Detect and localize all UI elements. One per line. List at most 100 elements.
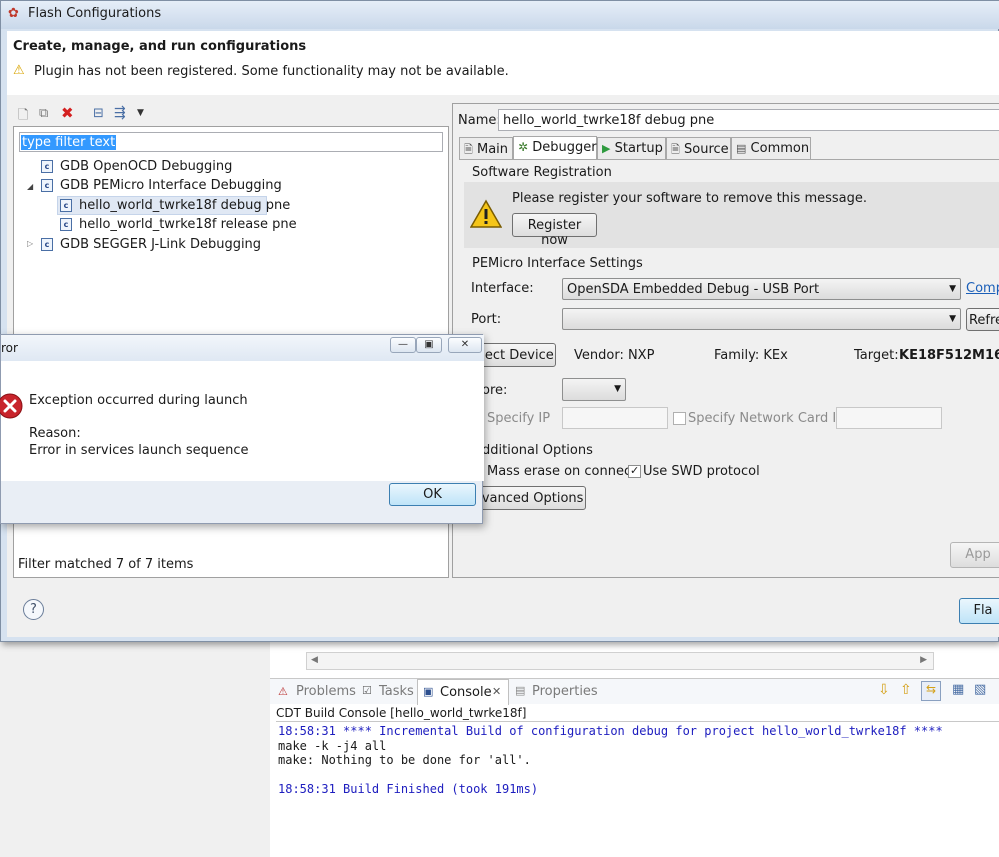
tree-item-release-pne[interactable]: hello_world_twrke18f release pne [79, 217, 297, 232]
core-label: ore: [482, 383, 508, 398]
network-card-ip-input[interactable] [836, 407, 942, 429]
use-swd-checkbox[interactable]: ✓ [628, 464, 641, 478]
previous-annotation-icon[interactable]: ⇧ [900, 682, 912, 698]
compare-link[interactable]: Comp [966, 281, 999, 296]
refresh-button[interactable]: Refre [966, 308, 999, 331]
error-body: Exception occurred during launch Reason:… [0, 361, 484, 481]
minimize-icon[interactable]: — [390, 337, 416, 353]
delete-icon[interactable]: ✖ [61, 104, 74, 122]
software-registration-title: Software Registration [472, 165, 612, 180]
tab-console-label: Console [440, 685, 492, 700]
specify-network-card-label: Specify Network Card IP [688, 411, 845, 426]
registration-message: Please register your software to remove … [512, 191, 867, 206]
specify-ip-label: Specify IP [487, 411, 551, 426]
window-title: Flash Configurations [28, 6, 162, 21]
error-title: ror [1, 341, 18, 355]
maximize-icon[interactable]: ▣ [416, 337, 442, 353]
tab-source-label: Source [684, 142, 729, 157]
launch-group-icon: c [41, 179, 53, 192]
filter-icon[interactable]: ⇶ [114, 105, 126, 121]
collapse-chevron-icon[interactable]: ▷ [27, 239, 33, 248]
tree-item-segger[interactable]: GDB SEGGER J-Link Debugging [60, 237, 261, 252]
tab-common[interactable]: ▤ Common [731, 137, 811, 159]
core-select[interactable]: ▼ [562, 378, 626, 401]
tab-startup[interactable]: ▶ Startup [597, 137, 666, 159]
properties-icon: ▤ [515, 684, 526, 697]
ok-button[interactable]: OK [389, 483, 476, 506]
chevron-down-icon: ▼ [614, 384, 621, 394]
vendor-text: Vendor: NXP [574, 348, 655, 363]
warning-text: Plugin has not been registered. Some fun… [34, 64, 509, 79]
next-annotation-icon[interactable]: ⇩ [878, 682, 890, 698]
display-console-icon[interactable]: ▧ [974, 682, 986, 697]
header-title: Create, manage, and run configurations [13, 39, 307, 54]
console-tabbar: ⚠ Problems ☑ Tasks ▣ Console ✕ ▤ Propert… [270, 678, 999, 705]
port-select[interactable]: ▼ [562, 308, 961, 330]
console-line: 18:58:31 Build Finished (took 191ms) [278, 782, 539, 796]
apply-button[interactable]: App [950, 542, 999, 568]
family-text: Family: KEx [714, 348, 788, 363]
expand-chevron-icon[interactable]: ◢ [27, 182, 33, 191]
tab-source[interactable]: 🗎 Source [666, 137, 731, 159]
collapse-all-icon[interactable]: ⊟ [93, 106, 104, 121]
error-title-bar[interactable]: ror — ▣ ✕ [1, 335, 484, 361]
additional-options-title: dditional Options [482, 443, 593, 458]
console-divider [276, 721, 999, 722]
editor-horizontal-scrollbar[interactable]: ◀ ▶ [306, 652, 934, 670]
tab-problems[interactable]: Problems [296, 684, 356, 699]
launch-group-icon: c [41, 160, 53, 173]
tab-debugger-label: Debugger [532, 140, 597, 155]
warning-icon [470, 199, 502, 228]
common-tab-icon: ▤ [736, 142, 747, 155]
tree-item-openocd[interactable]: GDB OpenOCD Debugging [60, 159, 232, 174]
error-dialog: ror — ▣ ✕ Exception occurred during laun… [0, 334, 484, 524]
name-label: Name: [458, 113, 501, 128]
problems-icon: ⚠ [278, 685, 288, 698]
flash-configurations-dialog: ✿ Flash Configurations Create, manage, a… [0, 0, 999, 642]
specify-network-card-checkbox[interactable] [673, 412, 686, 425]
name-input-value: hello_world_twrke18f debug pne [503, 113, 715, 128]
tab-tasks[interactable]: Tasks [379, 684, 414, 699]
advanced-options-button[interactable]: dvanced Options [471, 486, 586, 510]
error-icon [0, 393, 23, 419]
tab-debugger[interactable]: ✲ Debugger [513, 136, 597, 160]
launch-group-icon: c [41, 238, 53, 251]
tab-main-label: Main [477, 142, 509, 157]
flash-button[interactable]: Fla [959, 598, 999, 624]
duplicate-icon[interactable]: ⧉ [39, 106, 48, 121]
launch-config-icon: c [60, 199, 72, 212]
interface-select-value: OpenSDA Embedded Debug - USB Port [567, 282, 820, 297]
tab-properties[interactable]: Properties [532, 684, 598, 699]
chevron-down-icon[interactable]: ▼ [137, 108, 144, 118]
scroll-right-icon[interactable]: ▶ [920, 655, 927, 665]
chevron-down-icon: ▼ [949, 314, 956, 324]
close-icon[interactable]: ✕ [492, 685, 501, 698]
tree-item-pemicro[interactable]: GDB PEMicro Interface Debugging [60, 178, 282, 193]
close-icon[interactable]: ✕ [448, 337, 482, 353]
interface-select[interactable]: OpenSDA Embedded Debug - USB Port ▼ [562, 278, 961, 300]
ip-input[interactable] [562, 407, 668, 429]
console-line: 18:58:31 **** Incremental Build of confi… [278, 724, 943, 738]
help-icon[interactable]: ? [23, 599, 44, 620]
name-input[interactable]: hello_world_twrke18f debug pne [498, 109, 999, 131]
scroll-left-icon[interactable]: ◀ [311, 655, 318, 665]
reason-label: Reason: [29, 426, 81, 441]
pemicro-settings-title: PEMicro Interface Settings [472, 256, 643, 271]
filter-input[interactable]: type filter text [19, 132, 443, 152]
dialog-header: Create, manage, and run configurations ⚠… [7, 31, 999, 95]
tab-common-label: Common [750, 141, 810, 156]
tab-console[interactable]: ▣ Console ✕ [417, 679, 509, 705]
warning-icon: ⚠ [13, 63, 25, 78]
new-config-icon[interactable]: 🗋 [18, 106, 28, 128]
title-bar[interactable]: ✿ Flash Configurations [1, 1, 999, 29]
register-now-button[interactable]: Register now [512, 213, 597, 248]
console-line: make -k -j4 all [278, 739, 387, 753]
tab-main[interactable]: 🗎 Main [459, 137, 513, 159]
console-line: make: Nothing to be done for 'all'. [278, 753, 531, 767]
tree-item-debug-pne[interactable]: hello_world_twrke18f debug pne [79, 198, 290, 213]
launch-config-icon: c [60, 218, 72, 231]
main-tab-icon: 🗎 [464, 143, 473, 156]
pin-console-icon[interactable]: ▦ [952, 682, 964, 697]
mass-erase-label: Mass erase on connect [487, 464, 637, 479]
scroll-lock-icon[interactable]: ⇆ [921, 681, 941, 701]
